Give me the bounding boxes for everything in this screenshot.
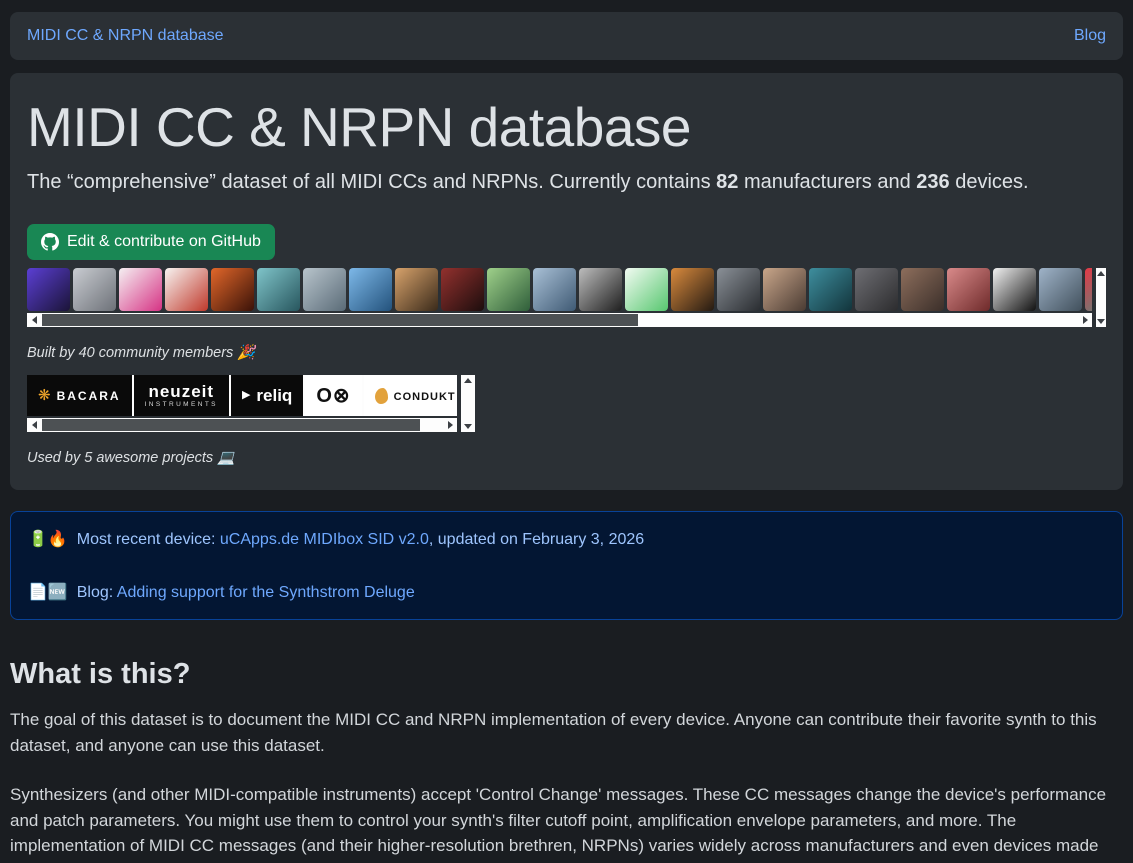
contributor-avatar[interactable] xyxy=(119,268,162,311)
hero-subtitle-text-2: manufacturers and xyxy=(738,171,917,193)
condukt-hand-icon xyxy=(374,387,388,404)
scroll-left-arrow-icon[interactable] xyxy=(27,313,41,327)
most-recent-device-line: 🔋🔥 Most recent device: uCApps.de MIDIbox… xyxy=(28,529,1105,549)
scroll-left-arrow-icon[interactable] xyxy=(27,418,41,432)
github-contribute-button[interactable]: Edit & contribute on GitHub xyxy=(27,224,275,260)
project-logo-ox[interactable]: O⊗ xyxy=(305,375,362,416)
contributor-avatar[interactable] xyxy=(947,268,990,311)
built-by-note: Built by 40 community members 🎉 xyxy=(27,345,256,361)
contributor-avatar[interactable] xyxy=(257,268,300,311)
contributor-avatar[interactable] xyxy=(671,268,714,311)
main-content: What is this? The goal of this dataset i… xyxy=(10,658,1123,863)
project-logo-neuzeit[interactable]: neuzeit INSTRUMENTS xyxy=(133,375,229,416)
contributor-avatar[interactable] xyxy=(993,268,1036,311)
scroll-right-arrow-icon[interactable] xyxy=(1078,313,1092,327)
what-is-this-heading: What is this? xyxy=(10,658,191,690)
contributor-avatar[interactable] xyxy=(809,268,852,311)
contributor-avatar[interactable] xyxy=(349,268,392,311)
blog-label: Blog: xyxy=(76,584,117,601)
neuzeit-logo-text: neuzeit xyxy=(148,381,215,401)
navbar: MIDI CC & NRPN database Blog xyxy=(10,12,1123,60)
hero-subtitle-text-3: devices. xyxy=(949,171,1029,193)
contributor-avatar[interactable] xyxy=(717,268,760,311)
hero-subtitle: The “comprehensive” dataset of all MIDI … xyxy=(27,171,1106,194)
scroll-up-arrow-icon[interactable] xyxy=(1097,271,1105,276)
scroll-right-arrow-icon[interactable] xyxy=(443,418,457,432)
condukt-logo-text: CONDUKT xyxy=(393,390,456,403)
contributors-scroller xyxy=(27,268,1106,327)
hero-card: MIDI CC & NRPN database The “comprehensi… xyxy=(10,73,1123,490)
what-is-this-paragraph-2: Synthesizers (and other MIDI-compatible … xyxy=(10,785,1107,863)
most-recent-device-link[interactable]: uCApps.de MIDIbox SID v2.0 xyxy=(220,531,429,548)
project-logo-reliq[interactable]: ▶ reliq xyxy=(230,375,304,416)
reliq-logo-text: reliq xyxy=(256,385,293,405)
github-icon xyxy=(41,233,59,251)
contributor-avatar[interactable] xyxy=(441,268,484,311)
bacara-logo-text: BACARA xyxy=(56,388,121,403)
battery-fire-icon: 🔋🔥 xyxy=(28,531,68,548)
scroll-down-arrow-icon[interactable] xyxy=(464,424,472,429)
github-button-label: Edit & contribute on GitHub xyxy=(67,233,261,250)
contributor-avatar[interactable] xyxy=(579,268,622,311)
logo-row: ❋ BACARA neuzeit INSTRUMENTS ▶ reliq O⊗ CONDUKT xyxy=(27,375,457,416)
contributor-avatar[interactable] xyxy=(533,268,576,311)
ox-logo-text: O⊗ xyxy=(316,385,351,407)
what-is-this-paragraph-1: The goal of this dataset is to document … xyxy=(10,710,1097,755)
avatars-horizontal-scrollbar[interactable] xyxy=(27,313,1092,327)
avatars-vertical-scrollbar[interactable] xyxy=(1096,268,1106,327)
contributor-avatar[interactable] xyxy=(763,268,806,311)
devices-count: 236 xyxy=(916,171,950,193)
reliq-logo-icon: ▶ xyxy=(241,389,251,401)
scroll-down-arrow-icon[interactable] xyxy=(1097,319,1105,324)
contributor-avatar[interactable] xyxy=(165,268,208,311)
contributor-avatar[interactable] xyxy=(625,268,668,311)
projects-scrollbar-thumb[interactable] xyxy=(42,419,421,431)
contributor-avatar[interactable] xyxy=(487,268,530,311)
projects-scroller: ❋ BACARA neuzeit INSTRUMENTS ▶ reliq O⊗ CONDUKT xyxy=(27,375,1106,432)
navbar-blog-link[interactable]: Blog xyxy=(1074,27,1106,45)
scroll-up-arrow-icon[interactable] xyxy=(464,378,472,383)
page-new-icon: 📄🆕 xyxy=(28,584,68,601)
page-title: MIDI CC & NRPN database xyxy=(27,96,692,158)
contributor-avatar[interactable] xyxy=(901,268,944,311)
projects-horizontal-scrollbar[interactable] xyxy=(27,418,457,432)
contributor-avatar[interactable] xyxy=(855,268,898,311)
blog-post-link[interactable]: Adding support for the Synthstrom Deluge xyxy=(117,584,415,601)
blog-post-line: 📄🆕 Blog: Adding support for the Synthstr… xyxy=(28,582,1105,602)
most-recent-device-label: Most recent device: xyxy=(76,531,220,548)
avatar-row xyxy=(27,268,1092,311)
most-recent-device-date: , updated on February 3, 2026 xyxy=(428,531,645,548)
hero-subtitle-text-1: The “comprehensive” dataset of all MIDI … xyxy=(27,171,717,193)
navbar-brand-link[interactable]: MIDI CC & NRPN database xyxy=(27,27,224,45)
neuzeit-logo-subtext: INSTRUMENTS xyxy=(144,401,218,409)
contributor-avatar[interactable] xyxy=(395,268,438,311)
contributor-avatar[interactable] xyxy=(1039,268,1082,311)
project-logo-bacara[interactable]: ❋ BACARA xyxy=(27,375,132,416)
contributor-avatar[interactable] xyxy=(303,268,346,311)
avatars-scrollbar-thumb[interactable] xyxy=(42,314,639,326)
bacara-logo-icon: ❋ xyxy=(38,387,51,404)
contributor-avatar[interactable] xyxy=(211,268,254,311)
news-alert: 🔋🔥 Most recent device: uCApps.de MIDIbox… xyxy=(10,511,1123,620)
manufacturers-count: 82 xyxy=(716,171,739,193)
projects-vertical-scrollbar[interactable] xyxy=(461,375,475,432)
project-logo-condukt[interactable]: CONDUKT xyxy=(363,375,457,416)
contributor-avatar[interactable] xyxy=(27,268,70,311)
contributor-avatar[interactable] xyxy=(1085,268,1092,311)
used-by-note: Used by 5 awesome projects 💻 xyxy=(27,450,236,466)
contributor-avatar[interactable] xyxy=(73,268,116,311)
page: MIDI CC & NRPN database Blog MIDI CC & N… xyxy=(0,0,1133,863)
